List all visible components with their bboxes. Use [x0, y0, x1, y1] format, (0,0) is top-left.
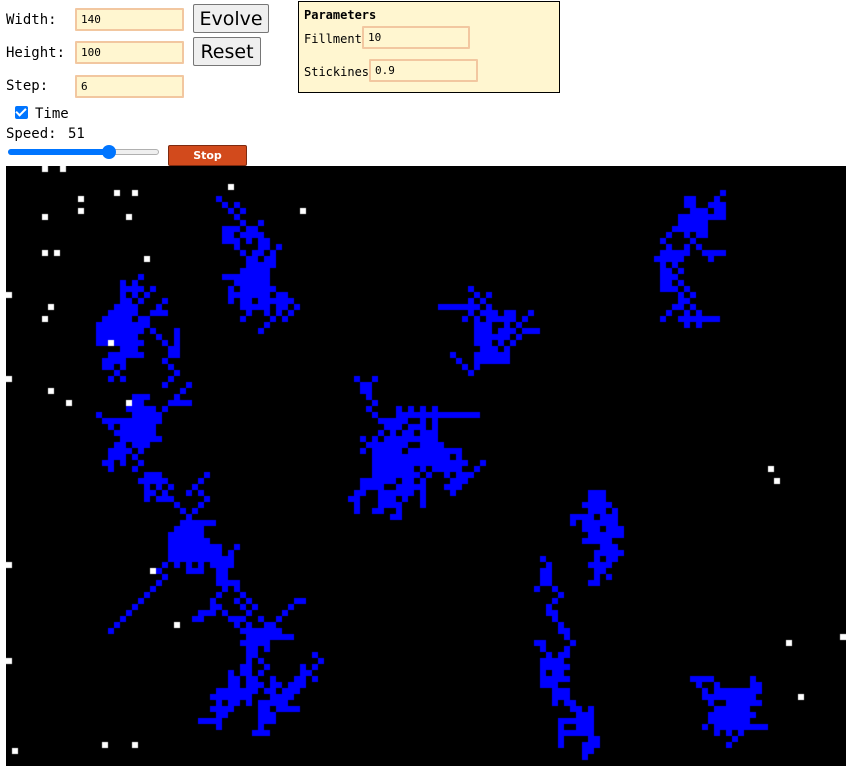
- checkmark-icon: [15, 105, 27, 117]
- speed-slider[interactable]: [8, 144, 159, 160]
- step-label: Step:: [6, 78, 49, 94]
- height-input[interactable]: [75, 41, 184, 64]
- parameters-panel: Parameters Fillment Stickines: [298, 1, 560, 93]
- step-input[interactable]: [75, 75, 184, 98]
- speed-label: Speed:: [6, 126, 57, 142]
- fillment-label: Fillment: [304, 32, 362, 46]
- speed-value: 51: [68, 126, 85, 142]
- fillment-input[interactable]: [362, 26, 470, 49]
- slider-fill: [8, 149, 110, 155]
- width-label: Width:: [6, 12, 57, 28]
- time-checkbox[interactable]: [15, 105, 28, 119]
- stickines-input[interactable]: [369, 59, 478, 82]
- width-input[interactable]: [75, 8, 184, 31]
- reset-button[interactable]: Reset: [193, 37, 261, 66]
- stickines-label: Stickines: [304, 65, 370, 79]
- parameters-title: Parameters: [304, 8, 377, 22]
- stop-button[interactable]: Stop: [168, 145, 247, 166]
- time-label: Time: [35, 106, 69, 122]
- evolve-button[interactable]: Evolve: [193, 4, 269, 33]
- simulation-canvas[interactable]: [6, 166, 846, 766]
- height-label: Height:: [6, 45, 66, 61]
- slider-thumb[interactable]: [102, 145, 117, 159]
